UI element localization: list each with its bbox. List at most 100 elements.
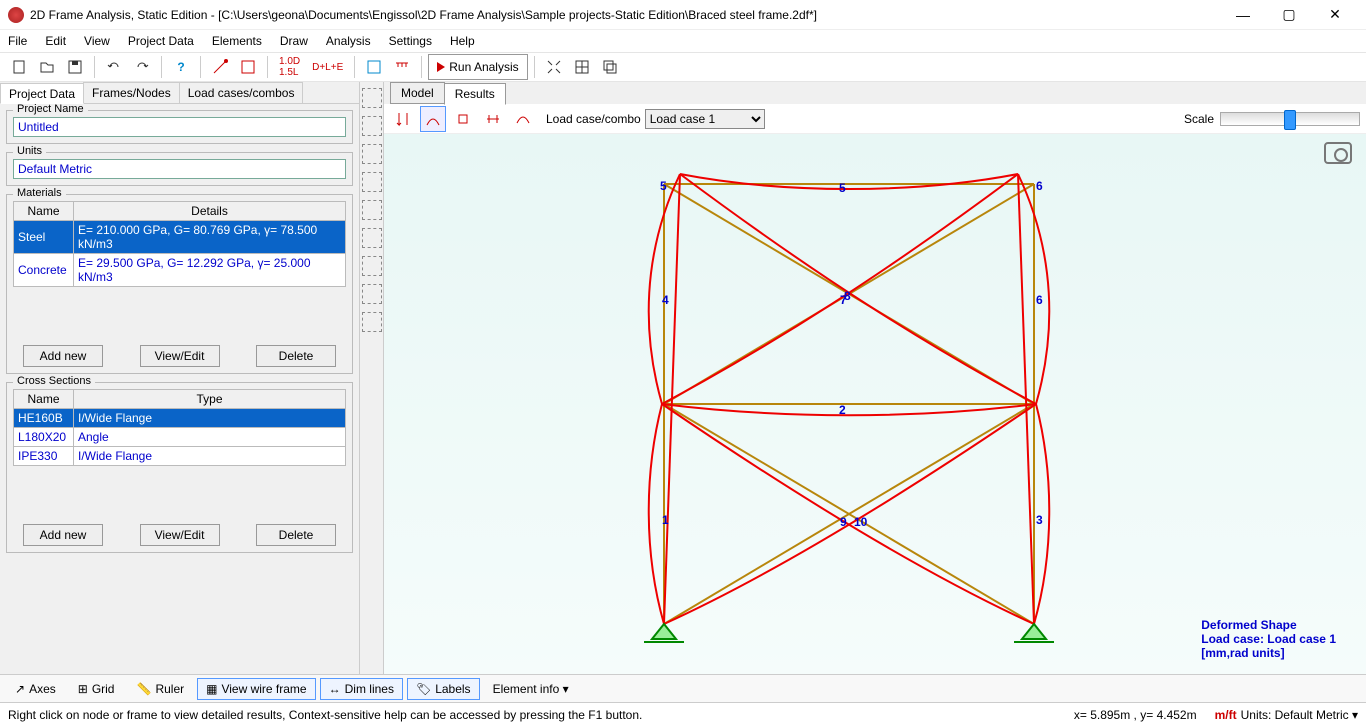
svg-text:6: 6: [1036, 179, 1043, 193]
undo-icon[interactable]: [101, 54, 127, 80]
results-canvas[interactable]: 1 2 3 4 5 6 7 8 9 10 5 6 Deformed Shape …: [384, 134, 1366, 674]
menu-help[interactable]: Help: [450, 34, 475, 48]
load-combo-1-icon[interactable]: 1.0D 1.5L: [274, 54, 305, 80]
diag-deformed-icon[interactable]: [420, 106, 446, 132]
menu-elements[interactable]: Elements: [212, 34, 262, 48]
report1-icon[interactable]: [362, 284, 382, 304]
main-toolbar: ? 1.0D 1.5L D+L+E Run Analysis: [0, 52, 1366, 82]
materials-add-button[interactable]: Add new: [23, 345, 103, 367]
sections-label: Cross Sections: [13, 375, 95, 387]
grid-button[interactable]: ⊞Grid: [69, 678, 124, 700]
wireframe-button[interactable]: ▦View wire frame: [197, 678, 315, 700]
window-icon[interactable]: [361, 54, 387, 80]
node-icon[interactable]: [207, 54, 233, 80]
sections-table[interactable]: NameType HE160BI/Wide Flange L180X20Angl…: [13, 389, 346, 466]
axes-button[interactable]: ↗Axes: [6, 678, 65, 700]
table-row[interactable]: SteelE= 210.000 GPa, G= 80.769 GPa, γ= 7…: [14, 221, 346, 254]
col-name: Name: [14, 390, 74, 409]
redo-icon[interactable]: [129, 54, 155, 80]
units-input[interactable]: [13, 159, 346, 179]
materials-group: Materials NameDetails SteelE= 210.000 GP…: [6, 194, 353, 374]
move-icon[interactable]: [362, 144, 382, 164]
tab-project-data[interactable]: Project Data: [0, 83, 84, 104]
open-icon[interactable]: [34, 54, 60, 80]
copy-icon[interactable]: [597, 54, 623, 80]
title-bar: 2D Frame Analysis, Static Edition - [C:\…: [0, 0, 1366, 30]
results-toolbar: Load case/combo Load case 1 Scale: [384, 104, 1366, 134]
diag-shear-icon[interactable]: [480, 106, 506, 132]
materials-delete-button[interactable]: Delete: [256, 345, 336, 367]
minimize-button[interactable]: —: [1220, 0, 1266, 30]
frame-icon[interactable]: [235, 54, 261, 80]
materials-table[interactable]: NameDetails SteelE= 210.000 GPa, G= 80.7…: [13, 201, 346, 287]
load-combo-2-icon[interactable]: D+L+E: [307, 54, 348, 80]
diag-axial-icon[interactable]: [450, 106, 476, 132]
axes-icon: ↗: [15, 682, 25, 696]
close-button[interactable]: ✕: [1312, 0, 1358, 30]
table-row[interactable]: HE160BI/Wide Flange: [14, 409, 346, 428]
left-tabs: Project Data Frames/Nodes Load cases/com…: [0, 82, 359, 104]
view-area: Model Results Load case/combo Load case …: [384, 82, 1366, 674]
load-combo-select[interactable]: Load case 1: [645, 109, 765, 129]
menu-settings[interactable]: Settings: [389, 34, 432, 48]
ruler-button[interactable]: 📏Ruler: [127, 678, 193, 700]
diag-moment-icon[interactable]: [510, 106, 536, 132]
table-row[interactable]: IPE330I/Wide Flange: [14, 447, 346, 466]
wire-icon: ▦: [206, 682, 217, 696]
elem-3: 3: [1036, 513, 1043, 527]
tab-model[interactable]: Model: [390, 82, 445, 104]
loads-icon[interactable]: [389, 54, 415, 80]
zoom-fit-icon[interactable]: [362, 228, 382, 248]
sections-add-button[interactable]: Add new: [23, 524, 103, 546]
legend-line-2: Load case: Load case 1: [1201, 632, 1336, 646]
sections-delete-button[interactable]: Delete: [256, 524, 336, 546]
elem-10: 10: [854, 515, 868, 529]
zoom-window-icon[interactable]: [362, 256, 382, 276]
run-analysis-button[interactable]: Run Analysis: [428, 54, 527, 80]
new-icon[interactable]: [6, 54, 32, 80]
menu-view[interactable]: View: [84, 34, 110, 48]
menu-file[interactable]: File: [8, 34, 27, 48]
units-dropdown[interactable]: Units: Default Metric ▾: [1241, 708, 1358, 722]
diag-reactions-icon[interactable]: [390, 106, 416, 132]
save-icon[interactable]: [62, 54, 88, 80]
status-coords: x= 5.895m , y= 4.452m: [1074, 708, 1197, 722]
menu-edit[interactable]: Edit: [45, 34, 66, 48]
menu-projectdata[interactable]: Project Data: [128, 34, 194, 48]
project-name-group: Project Name: [6, 110, 353, 144]
grid-icon: ⊞: [78, 682, 88, 696]
zoom-in-icon[interactable]: [362, 172, 382, 192]
tab-frames-nodes[interactable]: Frames/Nodes: [83, 82, 180, 103]
menu-analysis[interactable]: Analysis: [326, 34, 371, 48]
dimlines-button[interactable]: ↔Dim lines: [320, 678, 403, 700]
status-hint: Right click on node or frame to view det…: [8, 708, 642, 722]
extents-icon[interactable]: [541, 54, 567, 80]
pan-icon[interactable]: [362, 116, 382, 136]
sections-edit-button[interactable]: View/Edit: [140, 524, 220, 546]
sections-group: Cross Sections NameType HE160BI/Wide Fla…: [6, 382, 353, 553]
maximize-button[interactable]: ▢: [1266, 0, 1312, 30]
menu-bar: File Edit View Project Data Elements Dra…: [0, 30, 1366, 52]
materials-edit-button[interactable]: View/Edit: [140, 345, 220, 367]
report2-icon[interactable]: [362, 312, 382, 332]
tab-results[interactable]: Results: [444, 83, 506, 105]
load-combo-label: Load case/combo: [546, 112, 641, 126]
labels-button[interactable]: 🏷Labels: [407, 678, 480, 700]
view-tabs: Model Results: [384, 82, 1366, 104]
element-info-button[interactable]: Element info ▾: [484, 678, 578, 700]
zoom-out-icon[interactable]: [362, 200, 382, 220]
table-row[interactable]: ConcreteE= 29.500 GPa, G= 12.292 GPa, γ=…: [14, 254, 346, 287]
project-name-input[interactable]: [13, 117, 346, 137]
materials-label: Materials: [13, 187, 66, 199]
run-label: Run Analysis: [449, 60, 518, 74]
table-row[interactable]: L180X20Angle: [14, 428, 346, 447]
unit-prefix-icon: m/ft: [1215, 708, 1237, 722]
tab-load-cases[interactable]: Load cases/combos: [179, 82, 304, 103]
elem-6: 6: [1036, 293, 1043, 307]
ruler-icon: 📏: [136, 682, 151, 696]
scale-slider[interactable]: [1220, 112, 1360, 126]
select-icon[interactable]: [362, 88, 382, 108]
help-icon[interactable]: ?: [168, 54, 194, 80]
menu-draw[interactable]: Draw: [280, 34, 308, 48]
table-icon[interactable]: [569, 54, 595, 80]
